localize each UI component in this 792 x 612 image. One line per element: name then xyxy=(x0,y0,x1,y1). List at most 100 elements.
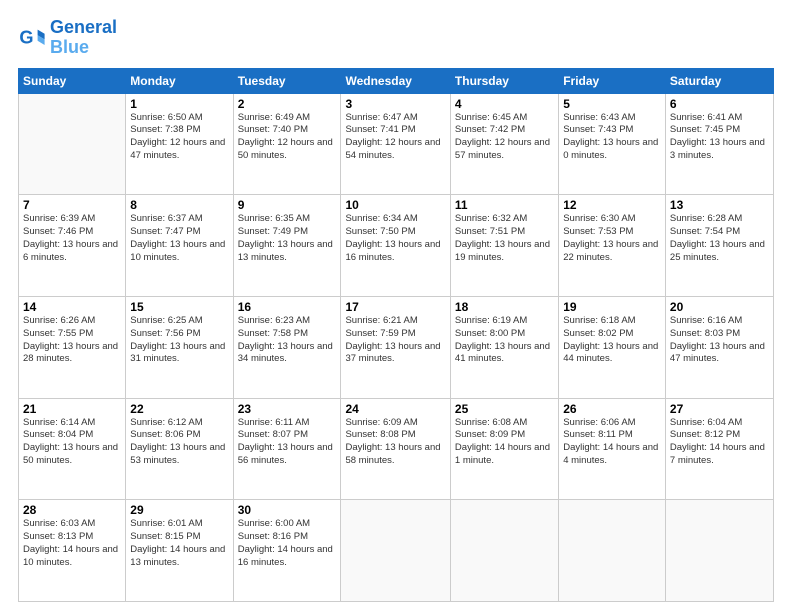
day-number: 9 xyxy=(238,198,337,212)
logo-text: General Blue xyxy=(50,18,117,58)
day-number: 3 xyxy=(345,97,445,111)
day-info: Sunrise: 6:39 AMSunset: 7:46 PMDaylight:… xyxy=(23,213,121,264)
calendar-cell xyxy=(341,500,450,602)
calendar-week-row: 28Sunrise: 6:03 AMSunset: 8:13 PMDayligh… xyxy=(19,500,774,602)
day-number: 23 xyxy=(238,402,337,416)
day-number: 24 xyxy=(345,402,445,416)
day-info: Sunrise: 6:21 AMSunset: 7:59 PMDaylight:… xyxy=(345,315,445,366)
day-info: Sunrise: 6:03 AMSunset: 8:13 PMDaylight:… xyxy=(23,518,121,569)
day-info: Sunrise: 6:23 AMSunset: 7:58 PMDaylight:… xyxy=(238,315,337,366)
calendar-cell xyxy=(559,500,666,602)
day-info: Sunrise: 6:30 AMSunset: 7:53 PMDaylight:… xyxy=(563,213,661,264)
day-info: Sunrise: 6:25 AMSunset: 7:56 PMDaylight:… xyxy=(130,315,228,366)
calendar-cell xyxy=(450,500,558,602)
calendar-cell: 11Sunrise: 6:32 AMSunset: 7:51 PMDayligh… xyxy=(450,195,558,297)
day-number: 29 xyxy=(130,503,228,517)
calendar-cell: 4Sunrise: 6:45 AMSunset: 7:42 PMDaylight… xyxy=(450,93,558,195)
day-number: 6 xyxy=(670,97,769,111)
day-info: Sunrise: 6:09 AMSunset: 8:08 PMDaylight:… xyxy=(345,417,445,468)
day-number: 2 xyxy=(238,97,337,111)
calendar-cell: 13Sunrise: 6:28 AMSunset: 7:54 PMDayligh… xyxy=(665,195,773,297)
day-number: 18 xyxy=(455,300,554,314)
calendar-day-header: Sunday xyxy=(19,68,126,93)
calendar-header-row: SundayMondayTuesdayWednesdayThursdayFrid… xyxy=(19,68,774,93)
page: G General Blue SundayMondayTuesdayWednes… xyxy=(0,0,792,612)
day-number: 17 xyxy=(345,300,445,314)
calendar-cell: 29Sunrise: 6:01 AMSunset: 8:15 PMDayligh… xyxy=(126,500,233,602)
day-number: 15 xyxy=(130,300,228,314)
logo: G General Blue xyxy=(18,18,117,58)
calendar-cell: 16Sunrise: 6:23 AMSunset: 7:58 PMDayligh… xyxy=(233,296,341,398)
day-info: Sunrise: 6:01 AMSunset: 8:15 PMDaylight:… xyxy=(130,518,228,569)
calendar-cell: 18Sunrise: 6:19 AMSunset: 8:00 PMDayligh… xyxy=(450,296,558,398)
day-number: 7 xyxy=(23,198,121,212)
calendar-cell: 8Sunrise: 6:37 AMSunset: 7:47 PMDaylight… xyxy=(126,195,233,297)
day-info: Sunrise: 6:04 AMSunset: 8:12 PMDaylight:… xyxy=(670,417,769,468)
calendar-cell: 7Sunrise: 6:39 AMSunset: 7:46 PMDaylight… xyxy=(19,195,126,297)
svg-text:G: G xyxy=(19,27,33,47)
calendar-cell: 9Sunrise: 6:35 AMSunset: 7:49 PMDaylight… xyxy=(233,195,341,297)
day-info: Sunrise: 6:08 AMSunset: 8:09 PMDaylight:… xyxy=(455,417,554,468)
day-number: 25 xyxy=(455,402,554,416)
calendar-day-header: Thursday xyxy=(450,68,558,93)
calendar-cell: 19Sunrise: 6:18 AMSunset: 8:02 PMDayligh… xyxy=(559,296,666,398)
day-number: 8 xyxy=(130,198,228,212)
calendar-week-row: 7Sunrise: 6:39 AMSunset: 7:46 PMDaylight… xyxy=(19,195,774,297)
day-number: 16 xyxy=(238,300,337,314)
calendar-cell: 21Sunrise: 6:14 AMSunset: 8:04 PMDayligh… xyxy=(19,398,126,500)
calendar-cell: 22Sunrise: 6:12 AMSunset: 8:06 PMDayligh… xyxy=(126,398,233,500)
day-info: Sunrise: 6:32 AMSunset: 7:51 PMDaylight:… xyxy=(455,213,554,264)
calendar-day-header: Saturday xyxy=(665,68,773,93)
calendar-cell xyxy=(19,93,126,195)
calendar-day-header: Monday xyxy=(126,68,233,93)
day-info: Sunrise: 6:45 AMSunset: 7:42 PMDaylight:… xyxy=(455,112,554,163)
calendar-cell: 27Sunrise: 6:04 AMSunset: 8:12 PMDayligh… xyxy=(665,398,773,500)
day-info: Sunrise: 6:41 AMSunset: 7:45 PMDaylight:… xyxy=(670,112,769,163)
day-number: 14 xyxy=(23,300,121,314)
calendar-cell: 25Sunrise: 6:08 AMSunset: 8:09 PMDayligh… xyxy=(450,398,558,500)
day-info: Sunrise: 6:28 AMSunset: 7:54 PMDaylight:… xyxy=(670,213,769,264)
day-info: Sunrise: 6:12 AMSunset: 8:06 PMDaylight:… xyxy=(130,417,228,468)
calendar-cell: 3Sunrise: 6:47 AMSunset: 7:41 PMDaylight… xyxy=(341,93,450,195)
day-info: Sunrise: 6:19 AMSunset: 8:00 PMDaylight:… xyxy=(455,315,554,366)
day-number: 13 xyxy=(670,198,769,212)
calendar-week-row: 1Sunrise: 6:50 AMSunset: 7:38 PMDaylight… xyxy=(19,93,774,195)
calendar-cell: 5Sunrise: 6:43 AMSunset: 7:43 PMDaylight… xyxy=(559,93,666,195)
day-number: 21 xyxy=(23,402,121,416)
day-info: Sunrise: 6:47 AMSunset: 7:41 PMDaylight:… xyxy=(345,112,445,163)
day-number: 10 xyxy=(345,198,445,212)
calendar-table: SundayMondayTuesdayWednesdayThursdayFrid… xyxy=(18,68,774,602)
day-info: Sunrise: 6:06 AMSunset: 8:11 PMDaylight:… xyxy=(563,417,661,468)
day-info: Sunrise: 6:49 AMSunset: 7:40 PMDaylight:… xyxy=(238,112,337,163)
day-number: 11 xyxy=(455,198,554,212)
calendar-cell: 17Sunrise: 6:21 AMSunset: 7:59 PMDayligh… xyxy=(341,296,450,398)
calendar-cell: 14Sunrise: 6:26 AMSunset: 7:55 PMDayligh… xyxy=(19,296,126,398)
day-info: Sunrise: 6:37 AMSunset: 7:47 PMDaylight:… xyxy=(130,213,228,264)
day-info: Sunrise: 6:18 AMSunset: 8:02 PMDaylight:… xyxy=(563,315,661,366)
day-info: Sunrise: 6:14 AMSunset: 8:04 PMDaylight:… xyxy=(23,417,121,468)
calendar-cell: 12Sunrise: 6:30 AMSunset: 7:53 PMDayligh… xyxy=(559,195,666,297)
calendar-cell: 20Sunrise: 6:16 AMSunset: 8:03 PMDayligh… xyxy=(665,296,773,398)
calendar-cell: 26Sunrise: 6:06 AMSunset: 8:11 PMDayligh… xyxy=(559,398,666,500)
calendar-cell: 15Sunrise: 6:25 AMSunset: 7:56 PMDayligh… xyxy=(126,296,233,398)
day-number: 30 xyxy=(238,503,337,517)
calendar-cell: 24Sunrise: 6:09 AMSunset: 8:08 PMDayligh… xyxy=(341,398,450,500)
day-number: 20 xyxy=(670,300,769,314)
calendar-cell xyxy=(665,500,773,602)
calendar-day-header: Tuesday xyxy=(233,68,341,93)
logo-icon: G xyxy=(18,24,46,52)
calendar-day-header: Wednesday xyxy=(341,68,450,93)
day-number: 12 xyxy=(563,198,661,212)
day-number: 19 xyxy=(563,300,661,314)
day-info: Sunrise: 6:11 AMSunset: 8:07 PMDaylight:… xyxy=(238,417,337,468)
calendar-cell: 6Sunrise: 6:41 AMSunset: 7:45 PMDaylight… xyxy=(665,93,773,195)
day-number: 4 xyxy=(455,97,554,111)
calendar-cell: 23Sunrise: 6:11 AMSunset: 8:07 PMDayligh… xyxy=(233,398,341,500)
day-info: Sunrise: 6:35 AMSunset: 7:49 PMDaylight:… xyxy=(238,213,337,264)
day-number: 1 xyxy=(130,97,228,111)
day-number: 26 xyxy=(563,402,661,416)
day-info: Sunrise: 6:34 AMSunset: 7:50 PMDaylight:… xyxy=(345,213,445,264)
day-number: 28 xyxy=(23,503,121,517)
day-info: Sunrise: 6:00 AMSunset: 8:16 PMDaylight:… xyxy=(238,518,337,569)
day-info: Sunrise: 6:26 AMSunset: 7:55 PMDaylight:… xyxy=(23,315,121,366)
